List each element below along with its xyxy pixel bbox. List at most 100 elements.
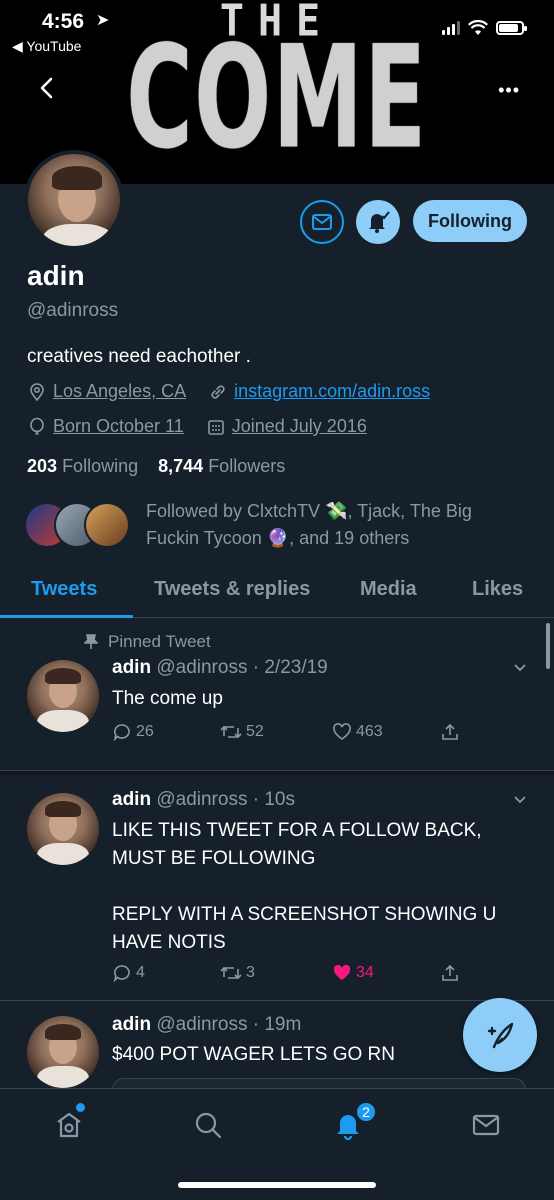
reply-icon	[113, 965, 130, 983]
tweet-author-handle: @adinross	[156, 657, 248, 678]
location-link[interactable]: Los Angeles, CA	[53, 381, 186, 402]
reply-count: 4	[136, 964, 145, 981]
profile-avatar[interactable]	[24, 150, 124, 250]
tweet-author-name[interactable]: adin	[112, 789, 151, 810]
pin-icon	[84, 634, 98, 649]
retweet-icon	[220, 966, 242, 980]
followers-label: Followers	[208, 456, 286, 476]
retweet-count: 3	[246, 964, 255, 981]
tweet-author-handle: @adinross	[156, 1014, 248, 1035]
profile-name: adin	[27, 260, 85, 291]
share-button[interactable]	[440, 963, 460, 983]
pinned-tweet-text: Pinned Tweet	[108, 632, 211, 651]
reply-button[interactable]: 4	[112, 963, 145, 983]
retweet-count: 52	[246, 723, 264, 740]
link-icon	[211, 384, 225, 399]
signal-icon	[442, 21, 460, 35]
tweet-text: The come up	[112, 688, 223, 709]
divider	[0, 771, 554, 775]
retweet-button[interactable]: 52	[220, 722, 264, 742]
followers-count-link[interactable]: 8,744 Followers	[158, 456, 285, 476]
website-link[interactable]: instagram.com/adin.ross	[234, 381, 430, 402]
back-to-app[interactable]: ◀ YouTube	[12, 38, 81, 55]
share-icon	[442, 723, 458, 740]
bell-check-icon	[369, 211, 390, 233]
search-icon	[195, 1112, 222, 1139]
tweet-author-name[interactable]: adin	[112, 1014, 151, 1035]
location-pin-icon	[30, 382, 44, 401]
followers-count: 8,744	[158, 456, 204, 476]
battery-icon	[496, 21, 527, 35]
tweet-text: LIKE THIS TWEET FOR A FOLLOW BACK, MUST …	[112, 820, 497, 953]
share-icon	[442, 964, 458, 981]
following-count: 203	[27, 456, 58, 476]
follow-counts: 203 Following 8,744 Followers	[27, 456, 285, 477]
back-app-label: YouTube	[26, 38, 82, 54]
heart-icon	[333, 723, 351, 740]
compose-feather-icon	[487, 1022, 514, 1049]
tweet-header: adin @adinross · 2/23/19	[112, 657, 328, 678]
divider	[0, 1000, 554, 1001]
envelope-icon	[312, 214, 332, 230]
tweet-avatar[interactable]	[27, 660, 99, 732]
followed-by-avatars[interactable]	[24, 502, 134, 548]
scrollbar[interactable]	[546, 623, 550, 669]
more-options-icon[interactable]: •••	[498, 80, 520, 101]
tweet-time: 19m	[264, 1014, 302, 1035]
tweet-avatar[interactable]	[27, 1016, 99, 1088]
tweet-time: 10s	[264, 789, 295, 810]
status-time: 4:56	[42, 10, 85, 33]
tab-tweets[interactable]: Tweets	[31, 578, 97, 601]
banner-text-main: COME UP	[126, 15, 428, 184]
profile-handle: @adinross	[27, 300, 119, 321]
tab-media[interactable]: Media	[360, 578, 417, 601]
balloon-icon	[30, 417, 44, 435]
home-icon	[57, 1112, 81, 1138]
tweet-actions: 4 3 34	[112, 963, 472, 987]
avatar	[84, 502, 130, 548]
pinned-label: Pinned Tweet	[84, 632, 211, 652]
tweet-avatar[interactable]	[27, 793, 99, 865]
location-arrow-icon: ➤	[96, 12, 110, 29]
active-tab-indicator	[0, 615, 133, 618]
chevron-down-icon[interactable]	[512, 660, 528, 681]
profile-meta-row-2: Born October 11 Joined July 2016	[27, 416, 367, 437]
home-indicator[interactable]	[178, 1182, 376, 1188]
following-button[interactable]: Following	[413, 200, 527, 242]
compose-tweet-button[interactable]	[463, 998, 537, 1072]
tweet-actions: 26 52 463	[112, 722, 472, 746]
profile-tabs: Tweets Tweets & replies Media Likes	[0, 566, 554, 618]
followed-by-text[interactable]: Followed by ClxtchTV 💸, Tjack, The Big F…	[146, 498, 526, 552]
nav-search[interactable]	[190, 1107, 226, 1143]
profile-bio: creatives need eachother .	[27, 346, 251, 367]
reply-icon	[113, 724, 130, 742]
nav-home[interactable]	[51, 1107, 87, 1143]
tweet-header: adin @adinross · 10s	[112, 789, 295, 810]
joined-date: Joined July 2016	[231, 416, 367, 436]
like-count: 463	[356, 723, 383, 740]
following-count-link[interactable]: 203 Following	[27, 456, 138, 476]
chevron-down-icon[interactable]	[512, 792, 528, 813]
tweet-author-name[interactable]: adin	[112, 657, 151, 678]
envelope-icon	[472, 1114, 500, 1136]
retweet-icon	[220, 725, 242, 739]
like-button[interactable]: 463	[332, 722, 383, 742]
share-button[interactable]	[440, 722, 460, 742]
tweet-text: $400 POT WAGER LETS GO RN	[112, 1044, 395, 1065]
tab-likes[interactable]: Likes	[472, 578, 523, 601]
retweet-button[interactable]: 3	[220, 963, 255, 983]
following-label: Following	[62, 456, 139, 476]
message-button[interactable]	[300, 200, 344, 244]
nav-messages[interactable]	[468, 1107, 504, 1143]
new-content-dot	[76, 1103, 85, 1112]
profile-meta-row-1: Los Angeles, CA instagram.com/adin.ross	[27, 381, 430, 402]
notifications-toggle-button[interactable]	[356, 200, 400, 244]
reply-button[interactable]: 26	[112, 722, 154, 742]
like-button[interactable]: 34	[332, 963, 374, 983]
tab-tweets-replies[interactable]: Tweets & replies	[154, 578, 310, 601]
heart-filled-icon	[333, 964, 351, 980]
reply-count: 26	[136, 723, 154, 740]
back-arrow-icon[interactable]	[34, 74, 62, 102]
calendar-icon	[207, 419, 224, 435]
birthday-text: Born October 11	[53, 416, 184, 436]
